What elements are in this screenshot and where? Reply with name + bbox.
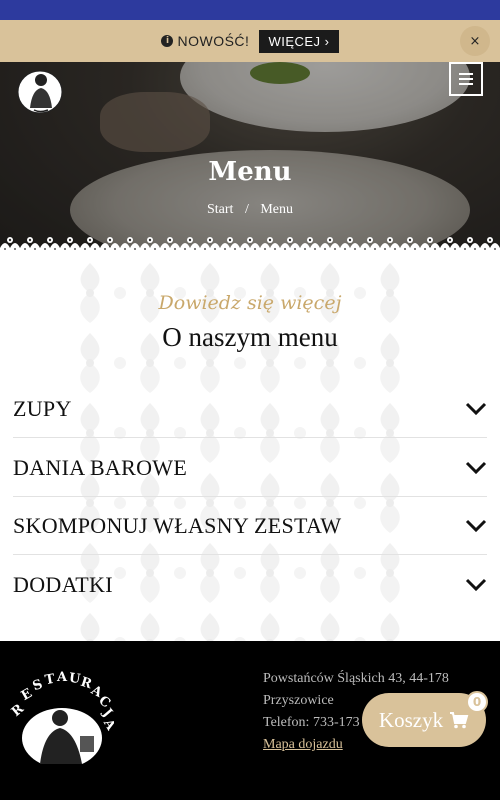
info-icon: i — [161, 35, 174, 47]
accordion-label: DANIA BAROWE — [13, 454, 188, 480]
svg-text:S: S — [31, 677, 45, 694]
restaurant-logo[interactable] — [14, 62, 66, 114]
svg-text:R: R — [10, 701, 27, 720]
chevron-down-icon — [465, 578, 487, 592]
cart-count-badge: 0 — [466, 691, 488, 713]
announcement-bar: i NOWOŚĆ! WIĘCEJ › × — [0, 20, 500, 62]
page-title: Menu — [208, 157, 292, 187]
cart-button[interactable]: Koszyk 0 — [362, 691, 488, 747]
svg-text:T: T — [44, 672, 56, 689]
shopping-cart-icon — [450, 712, 469, 729]
svg-text:E: E — [19, 686, 35, 704]
chevron-down-icon — [465, 461, 487, 474]
footer-restaurant-logo[interactable]: R E S T A U R A C J A — [10, 664, 114, 764]
svg-text:A: A — [56, 670, 68, 685]
lace-divider — [0, 234, 500, 260]
menu-toggle-button[interactable] — [449, 62, 483, 96]
top-accent-bar — [0, 0, 500, 20]
chevron-down-icon — [465, 402, 487, 415]
accordion-item-zupy[interactable]: ZUPY — [13, 380, 487, 438]
accordion-item-dodatki[interactable]: DODATKI — [13, 556, 487, 614]
breadcrumb-current: Menu — [260, 202, 293, 217]
hamburger-icon — [459, 73, 473, 75]
cart-label: Koszyk — [378, 707, 444, 732]
accordion-label: ZUPY — [13, 395, 72, 421]
address-line: Powstańców Śląskich 43, 44-178 — [263, 671, 449, 686]
svg-text:A: A — [100, 716, 114, 734]
more-button[interactable]: WIĘCEJ › — [259, 29, 339, 53]
breadcrumb: Start / Menu — [0, 202, 500, 218]
close-icon[interactable]: × — [460, 26, 490, 56]
accordion-item-dania-barowe[interactable]: DANIA BAROWE — [13, 439, 487, 497]
accordion-label: SKOMPONUJ WŁASNY ZESTAW — [13, 512, 342, 538]
accordion-item-skomponuj-zestaw[interactable]: SKOMPONUJ WŁASNY ZESTAW — [13, 497, 487, 555]
chevron-down-icon — [465, 519, 487, 532]
breadcrumb-separator: / — [244, 202, 249, 217]
section-heading: O naszym menu — [162, 322, 338, 352]
announcement-text: NOWOŚĆ! — [177, 33, 250, 49]
section-kicker: Dowiedz się więcej — [158, 292, 342, 314]
accordion-label: DODATKI — [13, 572, 113, 597]
breadcrumb-start-link[interactable]: Start — [207, 202, 233, 217]
